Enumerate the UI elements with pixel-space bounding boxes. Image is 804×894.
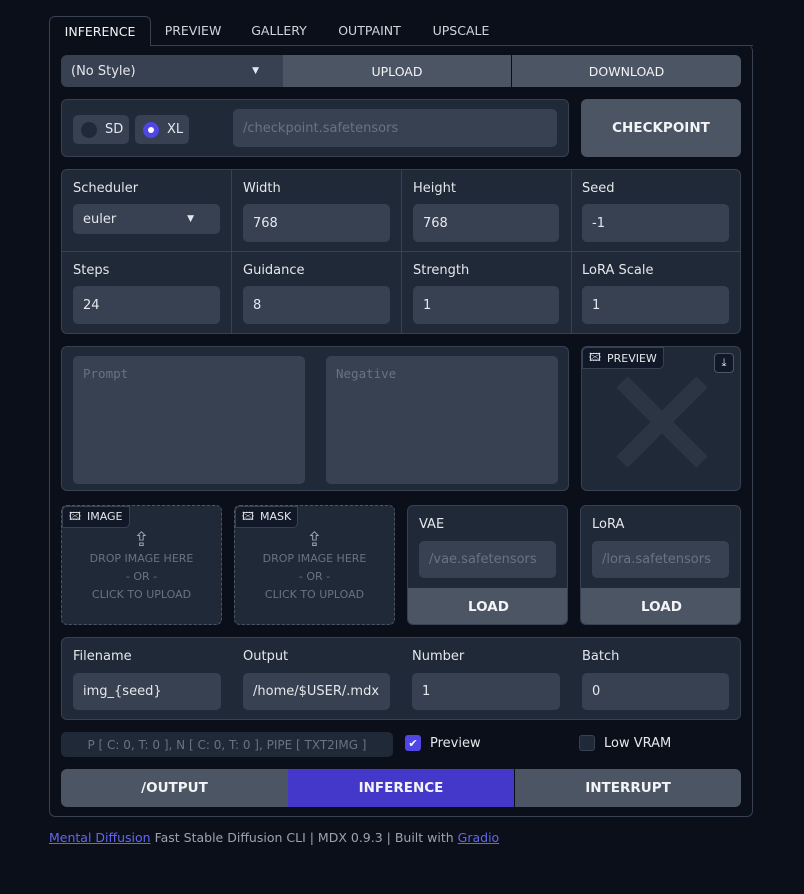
interrupt-button[interactable]: INTERRUPT [515,769,741,807]
vae-load-button[interactable]: LOAD [408,588,567,624]
style-selected: (No Style) [71,63,136,79]
style-dropdown[interactable]: (No Style) ▼ [61,55,283,87]
tab-preview[interactable]: PREVIEW [160,16,226,46]
prompt-placeholder: Prompt [83,366,129,381]
width-input[interactable]: 768 [243,204,390,242]
output-panel: Filename img_{seed} Output /home/$USER/.… [61,637,741,720]
radio-circle-icon [81,121,97,138]
height-label: Height [413,181,456,196]
filename-label: Filename [73,649,132,664]
negative-textarea[interactable]: Negative [326,356,558,484]
checkpoint-button[interactable]: CHECKPOINT [581,99,741,157]
preview-checkbox[interactable]: ✔ Preview [405,735,481,751]
tab-upscale[interactable]: UPSCALE [426,16,496,46]
or-text: - OR - [298,570,331,583]
number-label: Number [412,649,465,664]
radio-xl-label: XL [167,122,184,137]
low-vram-label: Low VRAM [604,735,672,751]
preview-checkbox-label: Preview [430,735,481,751]
drop-text: DROP IMAGE HERE [89,552,194,565]
tab-inference[interactable]: INFERENCE [49,16,151,46]
height-input[interactable]: 768 [413,204,559,242]
tab-gallery[interactable]: GALLERY [246,16,312,46]
tab-outpaint[interactable]: OUTPAINT [332,16,407,46]
prompt-textarea[interactable]: Prompt [73,356,305,484]
preview-badge: 🖾 PREVIEW [582,347,664,369]
vae-placeholder: /vae.safetensors [429,552,537,567]
inference-button[interactable]: INFERENCE [288,769,514,807]
or-text: - OR - [125,570,158,583]
preview-image: 🖾 PREVIEW ⤓ [581,346,741,491]
footer: Mental Diffusion Fast Stable Diffusion C… [49,830,499,845]
number-input[interactable]: 1 [412,673,560,710]
radio-sd[interactable]: SD [73,115,129,144]
width-label: Width [243,181,281,196]
footer-text: Fast Stable Diffusion CLI | MDX 0.9.3 | … [150,830,458,845]
lora-input[interactable]: /lora.safetensors [592,541,729,578]
lora-scale-label: LoRA Scale [582,263,654,278]
prompt-panel: Prompt Negative [61,346,569,491]
upload-icon: ⇪ [133,527,150,551]
image-icon: 🖾 [589,350,601,364]
download-button[interactable]: DOWNLOAD [512,55,741,87]
gradio-link[interactable]: Gradio [458,830,500,845]
mask-label: MASK [259,510,292,523]
lora-label: LoRA [592,517,625,532]
low-vram-checkbox[interactable]: Low VRAM [579,735,671,751]
radio-sd-label: SD [105,122,124,137]
status-bar: P [ C: 0, T: 0 ], N [ C: 0, T: 0 ], PIPE… [61,732,393,757]
mental-diffusion-link[interactable]: Mental Diffusion [49,830,151,845]
empty-image-icon [616,376,708,468]
mask-badge: 🖾 MASK [235,506,299,528]
vae-label: VAE [419,517,445,532]
params-panel: Scheduler euler ▼ Width 768 Height 768 Se… [61,169,741,334]
upload-button[interactable]: UPLOAD [283,55,511,87]
radio-checked-icon [143,121,159,138]
lora-placeholder: /lora.safetensors [602,552,711,567]
chevron-down-icon: ▼ [252,66,259,76]
output-button[interactable]: /OUTPUT [61,769,288,807]
chevron-down-icon: ▼ [187,214,194,224]
upload-icon: ⇪ [306,527,323,551]
filename-input[interactable]: img_{seed} [73,673,221,710]
lora-scale-input[interactable]: 1 [582,286,729,324]
radio-xl[interactable]: XL [135,115,189,144]
batch-input[interactable]: 0 [582,673,729,710]
download-icon[interactable]: ⤓ [714,353,734,373]
checkbox-empty-icon [579,735,595,751]
checkpoint-placeholder: /checkpoint.safetensors [243,120,399,136]
click-text: CLICK TO UPLOAD [264,588,365,601]
batch-label: Batch [582,649,620,664]
lora-load-button[interactable]: LOAD [581,588,740,624]
image-icon: 🖾 [69,510,81,523]
scheduler-dropdown[interactable]: euler ▼ [73,204,220,234]
seed-input[interactable]: -1 [582,204,729,242]
strength-label: Strength [413,263,470,278]
image-label: IMAGE [86,510,123,523]
guidance-input[interactable]: 8 [243,286,390,324]
seed-label: Seed [582,181,615,196]
vae-input[interactable]: /vae.safetensors [419,541,556,578]
lora-panel: LoRA /lora.safetensors LOAD [580,505,741,625]
checkmark-icon: ✔ [405,735,421,751]
steps-input[interactable]: 24 [73,286,220,324]
guidance-label: Guidance [243,263,305,278]
model-panel: SD XL /checkpoint.safetensors [61,99,569,157]
output-label: Output [243,649,289,664]
drop-text: DROP IMAGE HERE [262,552,367,565]
vae-panel: VAE /vae.safetensors LOAD [407,505,568,625]
preview-label: PREVIEW [606,351,657,365]
mask-upload[interactable]: 🖾 MASK ⇪ DROP IMAGE HERE - OR - CLICK TO … [234,505,395,625]
output-input[interactable]: /home/$USER/.mdx [243,673,390,710]
image-icon: 🖾 [242,510,254,523]
checkpoint-input[interactable]: /checkpoint.safetensors [233,109,557,147]
scheduler-value: euler [83,211,117,227]
steps-label: Steps [73,263,110,278]
click-text: CLICK TO UPLOAD [91,588,192,601]
strength-input[interactable]: 1 [413,286,559,324]
scheduler-label: Scheduler [73,181,139,196]
image-badge: 🖾 IMAGE [62,506,130,528]
image-upload[interactable]: 🖾 IMAGE ⇪ DROP IMAGE HERE - OR - CLICK TO… [61,505,222,625]
negative-placeholder: Negative [336,366,397,381]
